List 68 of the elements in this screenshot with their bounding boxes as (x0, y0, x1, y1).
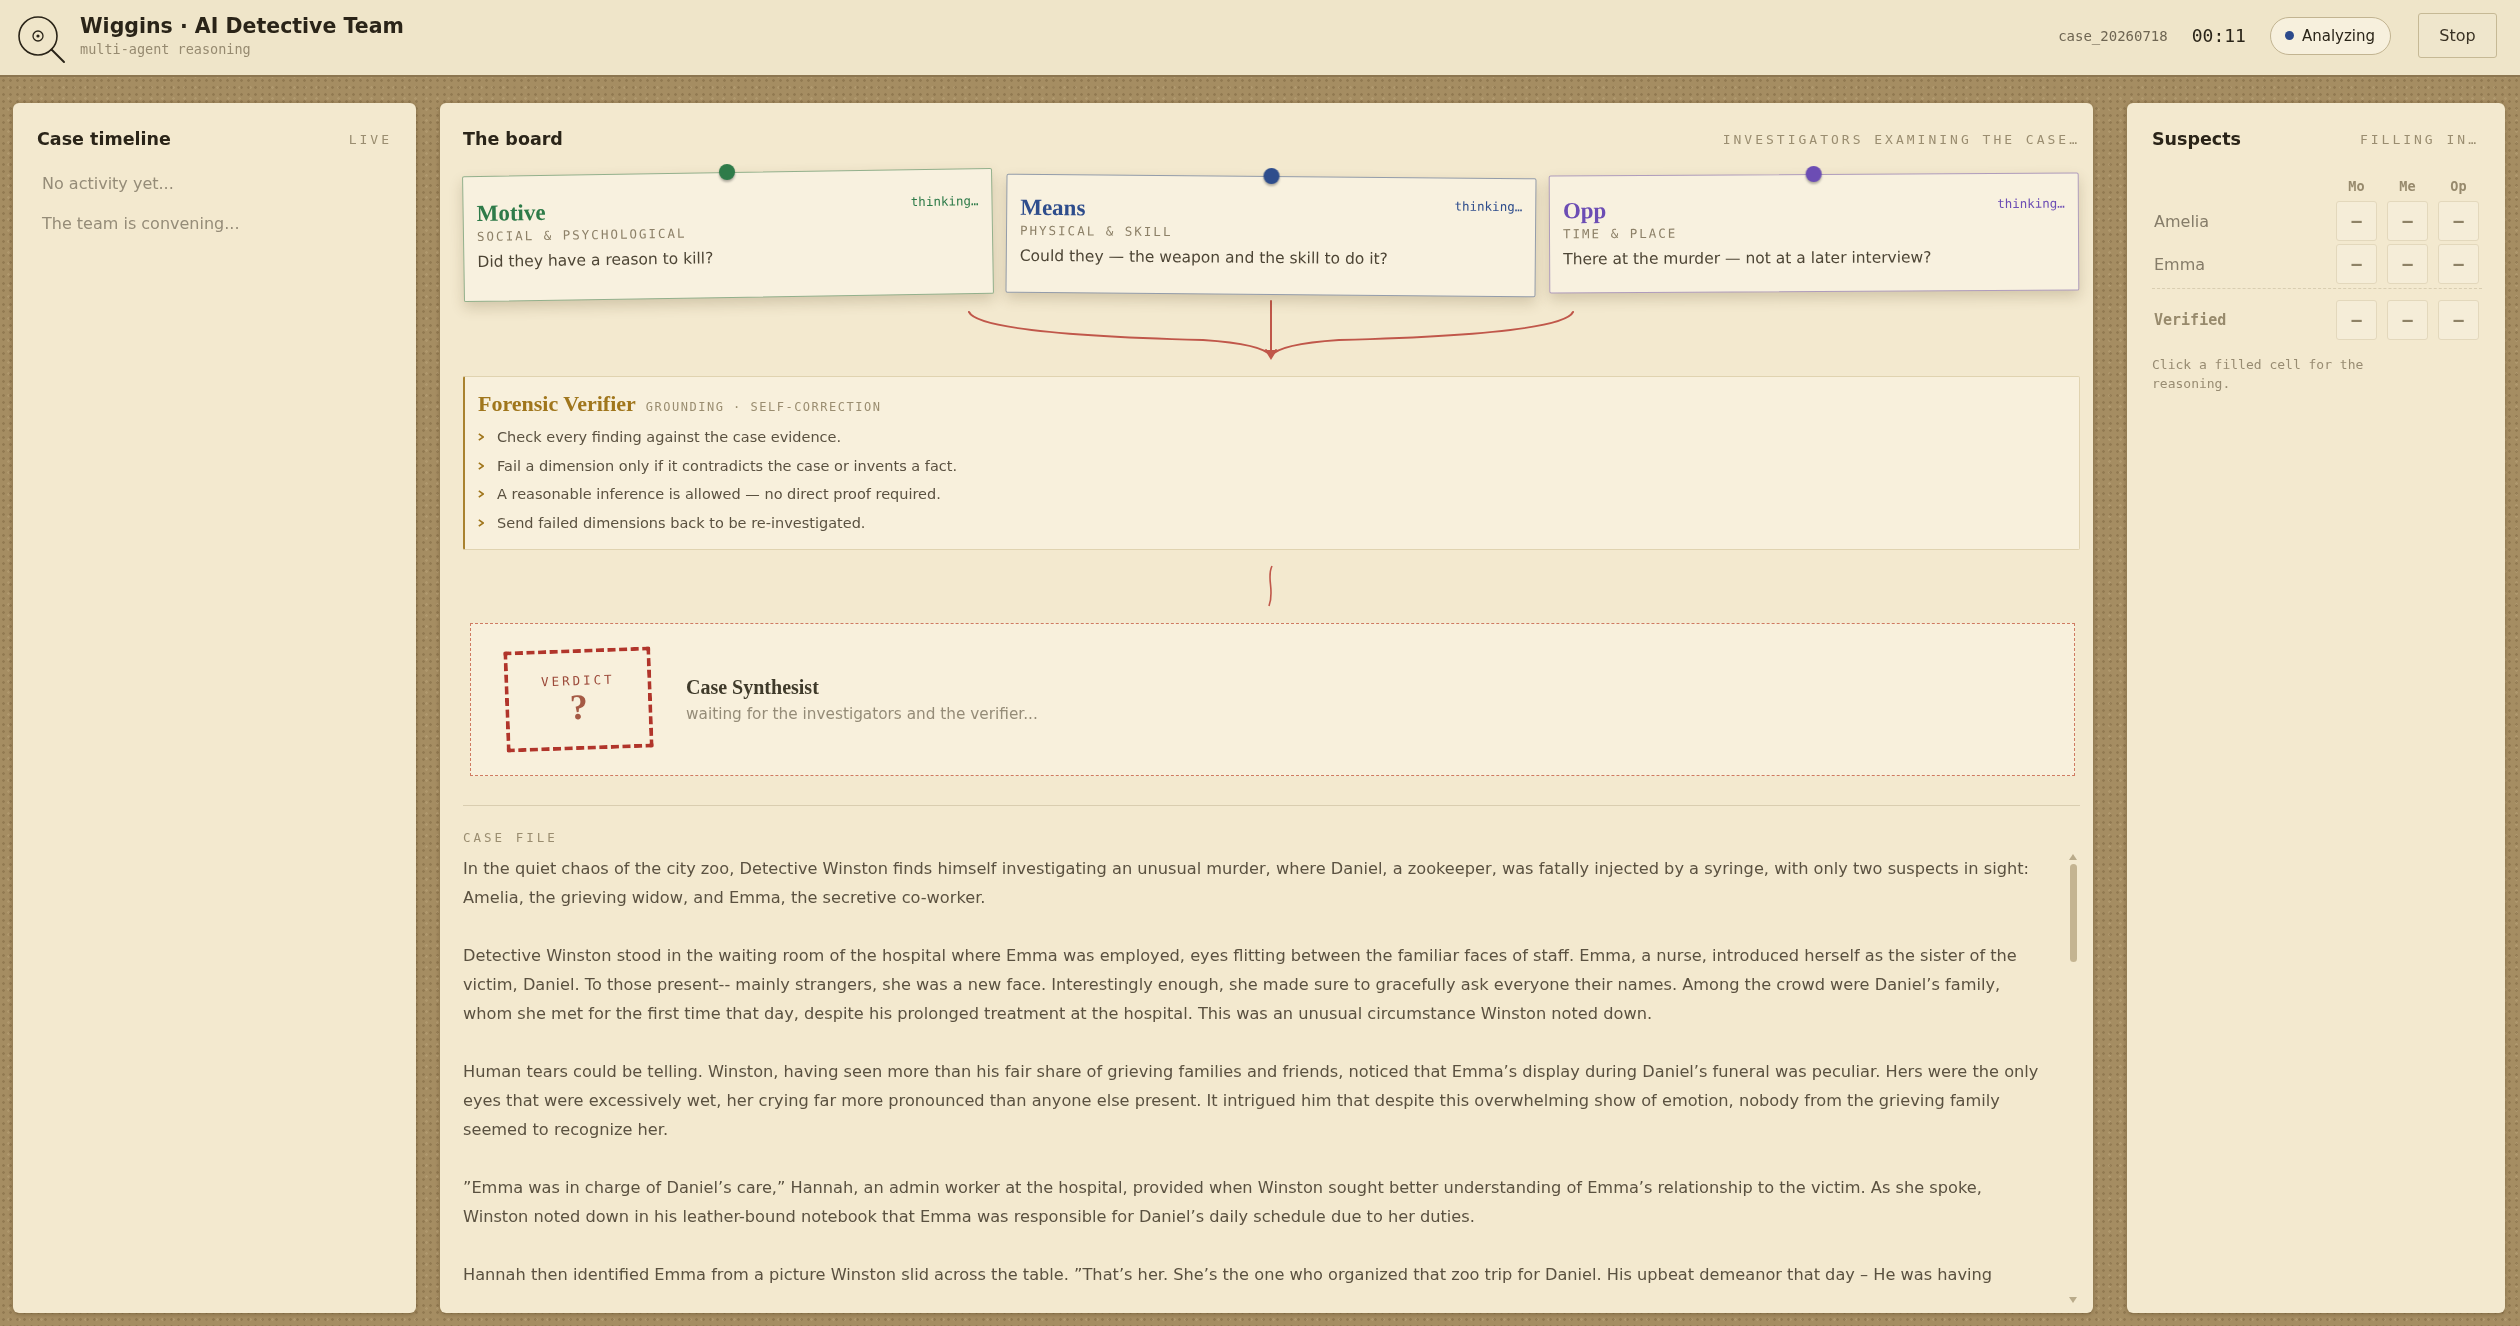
synthesist-title: Case Synthesist (686, 676, 820, 699)
live-label: LIVE (348, 131, 392, 147)
score-cell[interactable]: – (2387, 300, 2428, 340)
score-cell[interactable]: – (2336, 300, 2377, 340)
case-paragraph: Hannah then identified Emma from a picture Winston slid across the table. ”That’s her. She’s the one who organized that zoo trip for Daniel. His upbeat demeanor that day – He was having (463, 1264, 1994, 1286)
timeline-entry: The team is convening... (41, 213, 241, 235)
case-paragraph: ”Emma was in charge of Daniel’s care,” Hannah, an admin worker at the hospital, provided when Winston sought better understanding of Emma’s relationship to the victim. As she spoke, Winston noted down in his leather-bound notebook that Emma was responsible for Daniel’s daily schedule due to her duties. (463, 1177, 1983, 1228)
hint-text: Click a filled cell for the reasoning. (2152, 356, 2365, 393)
scrollbar-thumb[interactable] (2069, 864, 2077, 962)
case-paragraph: Detective Winston stood in the waiting room of the hospital where Emma was employed, eyes flitting between the familiar faces of staff. Emma, a nurse, introduced herself as the sister of the victim, Daniel. To those present-- mainly strangers, she was a new face. Interestingly enough, she made sure to gracefully ask everyone their names. Among the crowd were Daniel’s family, whom she met for the first time that day, despite his prolonged treatment at the hospital. This was an unusual circumstance Winston noted down. (463, 945, 2018, 1025)
verifier-rule: Check every finding against the case evidence. (497, 429, 842, 446)
card-subtitle: TIME & PLACE (1562, 224, 1679, 242)
status-dot-icon (2284, 31, 2294, 40)
chevron-icon (478, 461, 484, 470)
board-status: INVESTIGATORS EXAMINING THE CASE… (1722, 131, 2080, 147)
chevron-icon (478, 518, 484, 527)
stamp-label: VERDICT (540, 671, 615, 690)
score-cell[interactable]: – (2387, 244, 2428, 284)
card-question: Could they — the weapon and the skill to do it? (1019, 246, 1389, 270)
score-cell[interactable]: – (2438, 201, 2479, 241)
verifier-tag: GROUNDING · SELF-CORRECTION (645, 400, 882, 414)
card-subtitle: SOCIAL & PSYCHOLOGICAL (476, 224, 688, 244)
status-label: Analyzing (2301, 26, 2375, 45)
card-subtitle: PHYSICAL & SKILL (1019, 222, 1174, 242)
card-question: Did they have a reason to kill? (477, 248, 715, 271)
timer-text: 00:11 (2191, 25, 2246, 46)
verified-label: Verified (2153, 311, 2227, 329)
timeline-entry: No activity yet... (41, 173, 175, 195)
panel-title: Suspects (2152, 129, 2242, 149)
connector-line (1268, 565, 1273, 607)
panel-title: The board (463, 129, 563, 149)
verifier-rule: Send failed dimensions back to be re-investigated. (497, 514, 866, 531)
card-question: There at the murder — not at a later interview? (1563, 247, 1933, 269)
column-header: Mo (2348, 177, 2365, 196)
case-paragraph: In the quiet chaos of the city zoo, Detective Winston finds himself investigating an unusual murder, where Daniel, a zookeeper, was fatally injected by a syringe, with only two suspects in sight: Amelia, the grieving widow, and Emma, the secretive co-worker. (463, 858, 2030, 909)
magnifier-icon (16, 13, 66, 64)
synthesist-status: waiting for the investigators and the verifier... (686, 705, 1038, 723)
score-cell[interactable]: – (2336, 244, 2377, 284)
up-arrow-icon[interactable] (2069, 854, 2077, 860)
score-cell[interactable]: – (2387, 201, 2428, 241)
card-status: thinking… (1997, 195, 2065, 212)
card-title: Means (1020, 194, 1086, 222)
down-arrow-icon[interactable] (2069, 1297, 2077, 1303)
filling-status: FILLING IN… (2359, 131, 2479, 147)
verifier-rule: Fail a dimension only if it contradicts the case or invents a fact. (497, 457, 958, 474)
card-status: thinking… (910, 193, 979, 210)
verifier-rule: A reasonable inference is allowed — no direct proof required. (497, 486, 941, 503)
score-cell[interactable]: – (2438, 244, 2479, 284)
section-label: CASE FILE (463, 830, 558, 845)
suspect-name: Amelia (2153, 211, 2210, 231)
case-paragraph: Human tears could be telling. Winston, having seen more than his fair share of grieving families and friends, noticed that Emma’s display during Daniel’s funeral was peculiar. Hers were the only eyes that were excessively wet, her crying far more pronounced than anyone else present. It intrigued him that despite this overwhelming show of emotion, nobody from the grieving family seemed to recognize her. (463, 1061, 2040, 1141)
case-id: case_20260718 (2058, 27, 2168, 44)
column-header: Me (2399, 177, 2416, 196)
column-header: Op (2450, 177, 2467, 196)
stop-button[interactable]: Stop (2418, 13, 2497, 58)
suspect-name: Emma (2153, 254, 2206, 274)
card-title: Motive (476, 199, 546, 227)
score-cell[interactable]: – (2336, 201, 2377, 241)
card-status: thinking… (1454, 198, 1523, 215)
card-title: Opp (1562, 198, 1607, 225)
verifier-title: Forensic Verifier (478, 390, 636, 418)
chevron-icon (478, 490, 484, 499)
app-title: Wiggins · AI Detective Team (80, 14, 404, 38)
app-subtitle: multi-agent reasoning (80, 41, 252, 57)
verdict-mark: ? (569, 687, 589, 727)
score-cell[interactable]: – (2438, 300, 2479, 340)
panel-title: Case timeline (37, 129, 171, 149)
chevron-icon (478, 433, 484, 442)
